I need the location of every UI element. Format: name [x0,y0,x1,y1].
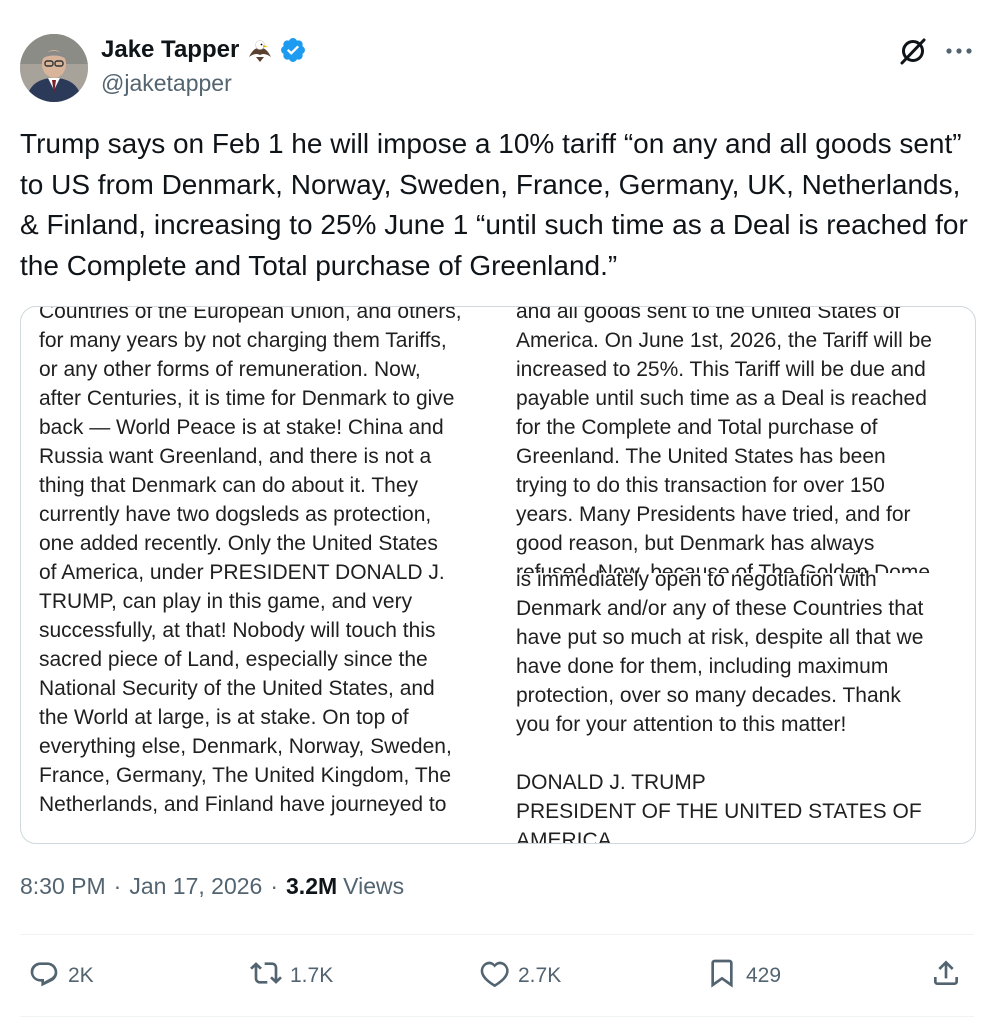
share-icon [930,957,962,995]
verified-badge-icon[interactable] [279,36,307,64]
reply-icon [28,957,60,995]
avatar[interactable] [20,34,88,102]
meta-separator: · [113,873,122,899]
like-button[interactable]: 2.7K [478,952,561,1000]
document-text-left: Countries of the European Union, and oth… [39,306,462,816]
tweet: Jake Tapper @jaketapper Trump says on Fe… [0,0,1006,1024]
reply-button[interactable]: 2K [28,952,94,1000]
action-bar: 2K 1.7K 2.7K 429 [20,952,974,1000]
eagle-icon [247,37,273,63]
like-count: 2.7K [518,964,562,987]
meta-separator: · [270,873,279,899]
reply-count: 2K [68,964,94,987]
tweet-media-image[interactable]: Countries of the European Union, and oth… [20,306,976,844]
divider [20,1016,974,1017]
bookmark-count: 429 [746,964,782,987]
grok-icon[interactable] [898,36,928,66]
tweet-time[interactable]: 8:30 PM [20,873,106,900]
divider [20,934,974,935]
author-name[interactable]: Jake Tapper [101,36,239,64]
share-button[interactable] [930,952,962,1000]
tweet-date[interactable]: Jan 17, 2026 [129,873,262,900]
repost-count: 1.7K [290,964,334,987]
document-text-right-bottom: is immediately open to negotiation with … [516,568,924,844]
document-text-right-top: and all goods sent to the United States … [516,306,932,573]
author-name-row: Jake Tapper [101,34,307,66]
tweet-meta: 8:30 PM · Jan 17, 2026 · 3.2M Views [20,873,404,900]
repost-icon [250,957,282,995]
repost-button[interactable]: 1.7K [250,952,333,1000]
views-label: Views [343,873,405,899]
more-icon[interactable] [942,36,976,66]
bookmark-button[interactable]: 429 [706,952,781,1000]
tweet-text: Trump says on Feb 1 he will impose a 10%… [20,128,968,281]
views-count[interactable]: 3.2M [286,873,337,900]
bookmark-icon [706,957,738,995]
like-icon [478,957,510,995]
author-handle[interactable]: @jaketapper [101,70,232,97]
